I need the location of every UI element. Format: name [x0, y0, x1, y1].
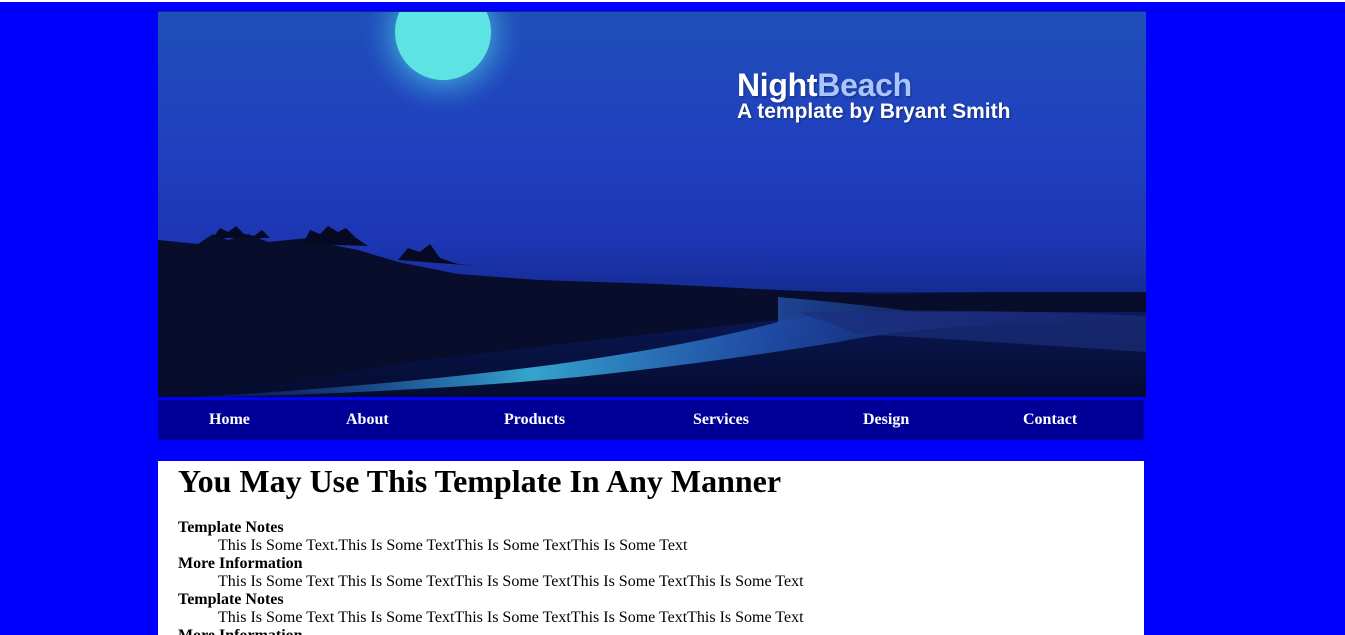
list-description: This Is Some Text.This Is Some TextThis …	[218, 537, 688, 554]
list-description: This Is Some Text This Is Some TextThis …	[218, 609, 804, 626]
top-border	[0, 0, 1345, 2]
nav-link-contact[interactable]: Contact	[1023, 411, 1077, 429]
nav-link-home[interactable]: Home	[209, 411, 250, 429]
list-term: More Information	[178, 555, 303, 572]
header-banner: NightBeach A template by Bryant Smith	[158, 11, 1146, 397]
main-content: You May Use This Template In Any Manner …	[158, 461, 1144, 635]
notes-list: Template Notes This Is Some Text.This Is…	[178, 519, 804, 635]
list-term: More Information	[178, 627, 804, 635]
nav-link-design[interactable]: Design	[863, 411, 909, 429]
list-term: Template Notes	[178, 591, 284, 608]
brand-logo: NightBeach	[737, 68, 1010, 102]
main-navigation: Home About Products Services Design Cont…	[158, 400, 1144, 440]
nav-link-services[interactable]: Services	[693, 411, 749, 429]
page-heading: You May Use This Template In Any Manner	[178, 463, 782, 499]
brand-main: Night	[737, 67, 818, 103]
list-term: Template Notes	[178, 519, 284, 536]
nav-link-about[interactable]: About	[346, 411, 389, 429]
brand-block: NightBeach A template by Bryant Smith	[737, 68, 1010, 124]
brand-tagline: A template by Bryant Smith	[737, 100, 1011, 123]
list-description: This Is Some Text This Is Some TextThis …	[218, 573, 804, 590]
nav-link-products[interactable]: Products	[504, 411, 565, 429]
brand-accent: Beach	[817, 67, 912, 103]
